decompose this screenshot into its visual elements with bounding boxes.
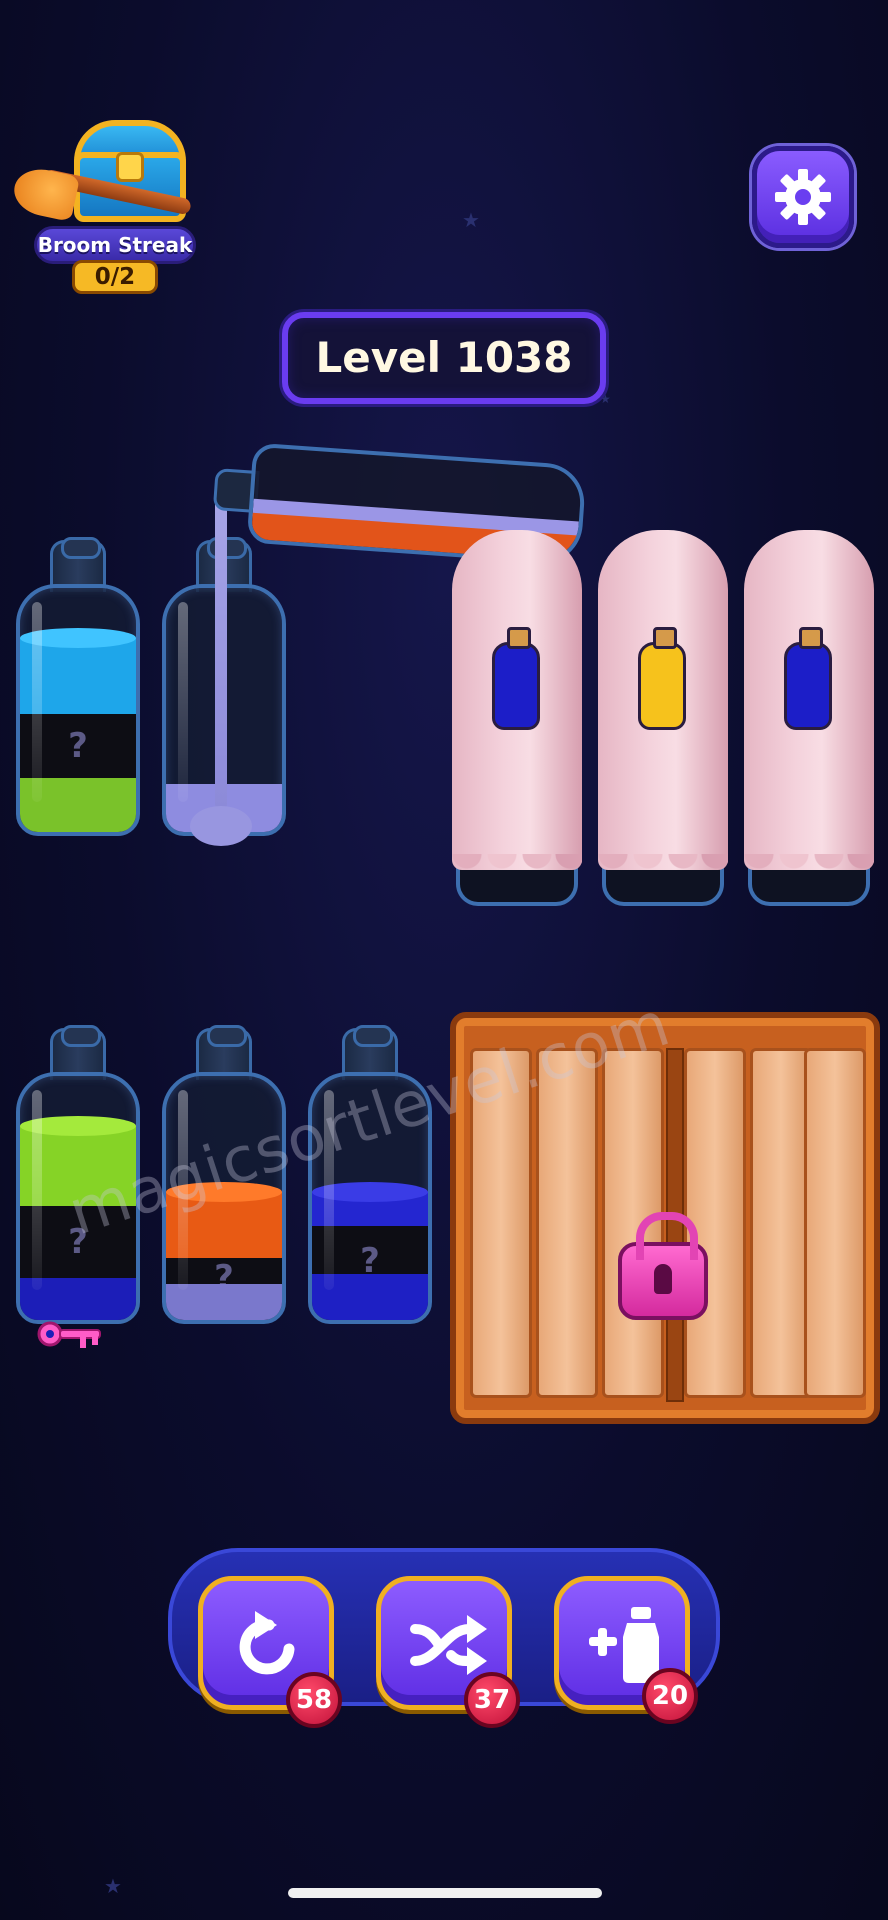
covered-bottle-1[interactable] <box>452 530 582 910</box>
gear-icon <box>775 169 831 225</box>
streak-progress: 0/2 <box>72 260 158 294</box>
liquid-splash <box>190 806 252 846</box>
covered-bottle-2[interactable] <box>598 530 728 910</box>
potion-tag-icon <box>784 627 832 730</box>
potion-tag-icon <box>492 627 540 730</box>
padlock-icon <box>618 1212 708 1320</box>
streak-title: Broom Streak <box>34 226 196 264</box>
add-bottle-count-badge: 20 <box>642 1668 698 1724</box>
bottle-body: ? <box>16 584 140 836</box>
shuffle-count-badge: 37 <box>464 1672 520 1728</box>
crate-plank <box>750 1048 812 1398</box>
chest-lock-icon <box>116 152 144 182</box>
undo-count-badge: 58 <box>286 1672 342 1728</box>
broom-icon <box>9 164 81 222</box>
crate-plank <box>536 1048 598 1398</box>
potion-tag-icon <box>638 627 686 730</box>
liquid-segment <box>166 1284 282 1320</box>
key-icon <box>37 1321 101 1348</box>
home-indicator[interactable] <box>288 1888 602 1898</box>
crate-plank <box>804 1048 866 1398</box>
covered-bottle-3[interactable] <box>744 530 874 910</box>
settings-button[interactable] <box>752 146 854 248</box>
bottle-1[interactable]: ? <box>16 537 140 836</box>
broom-streak-badge[interactable]: Broom Streak 0/2 <box>9 112 212 302</box>
level-indicator: Level 1038 <box>282 312 606 404</box>
